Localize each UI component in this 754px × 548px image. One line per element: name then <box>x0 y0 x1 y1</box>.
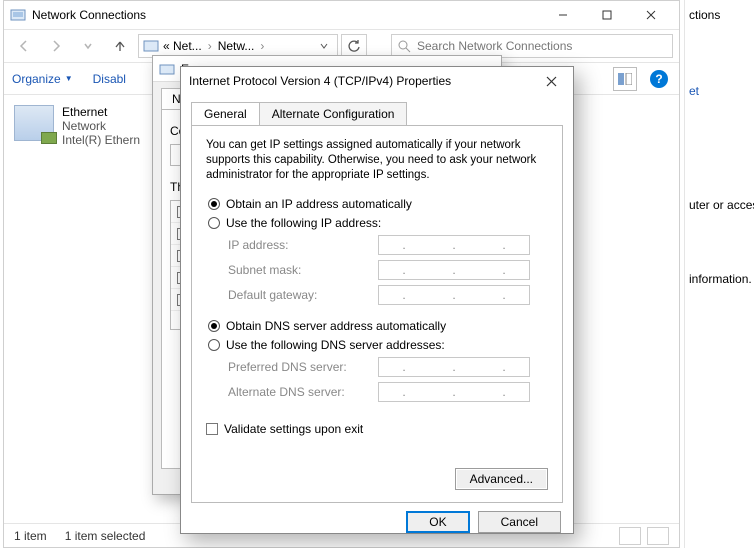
ipv4-description: You can get IP settings assigned automat… <box>206 138 548 183</box>
view-layout-button[interactable] <box>613 67 637 91</box>
tab-alternate-configuration[interactable]: Alternate Configuration <box>259 102 408 126</box>
search-icon <box>398 40 411 53</box>
ipv4-close-button[interactable] <box>537 70 565 92</box>
ok-button[interactable]: OK <box>406 511 469 533</box>
tab-general[interactable]: General <box>191 102 260 126</box>
caret-down-icon: ▼ <box>65 74 73 83</box>
help-button[interactable]: ? <box>647 67 671 91</box>
frag-title: ctions <box>685 6 754 24</box>
default-gateway-input: ... <box>378 285 530 305</box>
ip-address-label: IP address: <box>228 238 378 252</box>
view-large-button[interactable] <box>647 527 669 545</box>
help-icon: ? <box>650 70 668 88</box>
view-details-button[interactable] <box>619 527 641 545</box>
default-gateway-label: Default gateway: <box>228 288 378 302</box>
search-placeholder: Search Network Connections <box>417 39 572 53</box>
subnet-mask-input: ... <box>378 260 530 280</box>
breadcrumb-sep-icon: › <box>206 39 214 53</box>
background-window-fragment: ctions et uter or access information. <box>684 0 754 548</box>
maximize-button[interactable] <box>585 1 629 29</box>
radio-dns-auto[interactable]: Obtain DNS server address automatically <box>208 319 548 333</box>
app-icon <box>10 7 26 23</box>
preferred-dns-label: Preferred DNS server: <box>228 360 378 374</box>
ipv4-titlebar: Internet Protocol Version 4 (TCP/IPv4) P… <box>181 67 573 95</box>
checkbox-icon <box>206 423 218 435</box>
breadcrumb-seg-1[interactable]: « Net... <box>163 39 202 53</box>
organize-menu[interactable]: Organize ▼ <box>12 72 73 86</box>
alternate-dns-input: ... <box>378 382 530 402</box>
adapter-device: Intel(R) Ethern <box>62 133 140 147</box>
radio-icon <box>208 320 220 332</box>
ethernet-icon <box>159 61 175 77</box>
preferred-dns-input: ... <box>378 357 530 377</box>
ip-address-input: ... <box>378 235 530 255</box>
breadcrumb-seg-2[interactable]: Netw... <box>218 39 255 53</box>
alternate-dns-label: Alternate DNS server: <box>228 385 378 399</box>
frag-link[interactable]: et <box>685 82 754 100</box>
window-title: Network Connections <box>32 8 541 22</box>
frag-text-1: uter or access <box>685 196 754 214</box>
breadcrumb-sep-icon: › <box>258 39 266 53</box>
ethernet-adapter-icon <box>14 105 54 141</box>
disable-button[interactable]: Disabl <box>93 72 126 86</box>
nav-up-button[interactable] <box>106 33 134 59</box>
radio-dns-manual[interactable]: Use the following DNS server addresses: <box>208 338 548 352</box>
status-selected: 1 item selected <box>65 529 146 543</box>
validate-checkbox[interactable]: Validate settings upon exit <box>206 422 548 436</box>
ipv4-title: Internet Protocol Version 4 (TCP/IPv4) P… <box>189 74 537 88</box>
status-count: 1 item <box>14 529 47 543</box>
frag-text-2: information. <box>685 270 754 288</box>
cancel-button[interactable]: Cancel <box>478 511 561 533</box>
radio-ip-manual[interactable]: Use the following IP address: <box>208 216 548 230</box>
subnet-mask-label: Subnet mask: <box>228 263 378 277</box>
ipv4-panel: You can get IP settings assigned automat… <box>191 125 563 503</box>
radio-icon <box>208 339 220 351</box>
adapter-name: Ethernet <box>62 105 140 119</box>
nav-recent-dropdown[interactable] <box>74 33 102 59</box>
advanced-button[interactable]: Advanced... <box>455 468 548 490</box>
radio-ip-auto[interactable]: Obtain an IP address automatically <box>208 197 548 211</box>
nav-back-button[interactable] <box>10 33 38 59</box>
nav-forward-button[interactable] <box>42 33 70 59</box>
titlebar: Network Connections <box>4 1 679 29</box>
ipv4-tabs: General Alternate Configuration <box>181 95 573 125</box>
minimize-button[interactable] <box>541 1 585 29</box>
close-button[interactable] <box>629 1 673 29</box>
ipv4-button-row: OK Cancel <box>181 503 573 541</box>
adapter-status: Network <box>62 119 140 133</box>
address-icon <box>143 38 159 54</box>
radio-icon <box>208 217 220 229</box>
address-dropdown-icon[interactable] <box>315 42 333 50</box>
ipv4-properties-dialog: Internet Protocol Version 4 (TCP/IPv4) P… <box>180 66 574 534</box>
radio-icon <box>208 198 220 210</box>
